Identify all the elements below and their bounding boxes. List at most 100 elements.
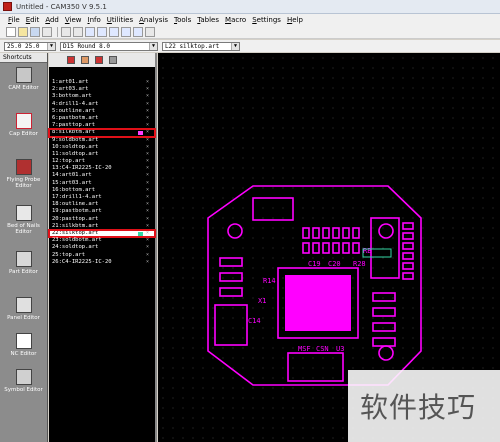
layer-copy-icon[interactable]	[81, 56, 89, 64]
layer-row[interactable]: 23:soldbotm.art ×	[49, 237, 155, 244]
close-icon[interactable]: ×	[146, 115, 149, 122]
close-icon[interactable]: ×	[146, 108, 149, 115]
shortcut-cam-editor[interactable]: CAM Editor	[0, 63, 47, 109]
shortcut-cap-editor[interactable]: Cap Editor	[0, 109, 47, 155]
layer-select[interactable]: L22 silktop.art ▼	[162, 41, 240, 51]
layer-row[interactable]: 18:outline.art ×	[49, 201, 155, 208]
close-icon[interactable]: ×	[146, 151, 149, 158]
grid-select[interactable]: 25.0 25.0 ▼	[4, 41, 56, 51]
panel-editor-icon	[15, 297, 32, 313]
layer-color-swatch[interactable]	[138, 231, 143, 236]
layer-row[interactable]: 24:soldtop.art ×	[49, 244, 155, 251]
layer-name: 16:bottom.art	[52, 186, 96, 193]
layer-name: 12:top.art	[52, 158, 86, 165]
close-icon[interactable]: ×	[146, 144, 149, 151]
layer-row[interactable]: 19:pastbotm.art ×	[49, 208, 155, 215]
menu-edit[interactable]: Edit	[26, 16, 40, 24]
close-icon[interactable]: ×	[146, 244, 149, 251]
undo-icon[interactable]	[61, 27, 71, 37]
pan-icon[interactable]	[145, 27, 155, 37]
layer-row[interactable]: 21:silkbtm.art ×	[49, 223, 155, 230]
layer-color-swatch[interactable]	[138, 131, 143, 136]
layer-name: 22:silktop.art	[52, 229, 99, 236]
layer-name: 10:soldtop.art	[52, 143, 99, 150]
close-icon[interactable]: ×	[146, 93, 149, 100]
layer-row[interactable]: 25:top.art ×	[49, 252, 155, 259]
shortcut-part-editor[interactable]: Part Editor	[0, 247, 47, 293]
chevron-down-icon: ▼	[231, 42, 239, 50]
zoom-all-icon[interactable]	[133, 27, 143, 37]
zoom-out-icon[interactable]	[109, 27, 119, 37]
layer-row[interactable]: 7:pasttop.art ×	[49, 122, 155, 129]
menu-add[interactable]: Add	[45, 16, 59, 24]
layer-row[interactable]: 26:C4-IR2225-IC-20 ×	[49, 259, 155, 266]
menu-file[interactable]: File	[8, 16, 20, 24]
close-icon[interactable]: ×	[146, 122, 149, 129]
menu-analysis[interactable]: Analysis	[139, 16, 168, 24]
close-icon[interactable]: ×	[146, 187, 149, 194]
zoom-in-icon[interactable]	[97, 27, 107, 37]
menu-info[interactable]: Info	[88, 16, 101, 24]
close-icon[interactable]: ×	[146, 101, 149, 108]
layer-row[interactable]: 3:bottom.art ×	[49, 93, 155, 100]
layer-row[interactable]: 17:drill1-4.art ×	[49, 194, 155, 201]
close-icon[interactable]: ×	[146, 259, 149, 266]
close-icon[interactable]: ×	[146, 158, 149, 165]
shortcut-panel-editor[interactable]: Panel Editor	[0, 293, 47, 329]
close-icon[interactable]: ×	[146, 180, 149, 187]
close-icon[interactable]: ×	[146, 165, 149, 172]
save-icon[interactable]	[30, 27, 40, 37]
redraw-icon[interactable]	[85, 27, 95, 37]
layer-delete-icon[interactable]	[95, 56, 103, 64]
close-icon[interactable]: ×	[146, 223, 149, 230]
print-icon[interactable]	[42, 27, 52, 37]
menu-tables[interactable]: Tables	[197, 16, 219, 24]
close-icon[interactable]: ×	[146, 86, 149, 93]
close-icon[interactable]: ×	[146, 194, 149, 201]
layer-row[interactable]: 4:drill1-4.art ×	[49, 101, 155, 108]
layer-row-highlighted[interactable]: 8:silkbtm.art ×	[48, 128, 156, 138]
layer-row[interactable]: 6:pastbotm.art ×	[49, 115, 155, 122]
close-icon[interactable]: ×	[146, 208, 149, 215]
shortcut-bed-of-nails-editor[interactable]: Bed of Nails Editor	[0, 201, 47, 247]
layer-settings-icon[interactable]	[109, 56, 117, 64]
close-icon[interactable]: ×	[146, 201, 149, 208]
menu-settings[interactable]: Settings	[252, 16, 281, 24]
layer-row[interactable]: 10:soldtop.art ×	[49, 144, 155, 151]
close-icon[interactable]: ×	[146, 230, 149, 237]
shortcut-symbol-editor[interactable]: Symbol Editor	[0, 365, 47, 401]
menu-view[interactable]: View	[65, 16, 82, 24]
layer-row[interactable]: 15:art03.art ×	[49, 180, 155, 187]
open-folder-icon[interactable]	[18, 27, 28, 37]
shortcut-flying-probe-editor[interactable]: Flying Probe Editor	[0, 155, 47, 201]
aperture-select[interactable]: D15 Round 8.0 ▼	[60, 41, 158, 51]
menu-tools[interactable]: Tools	[174, 16, 191, 24]
redo-icon[interactable]	[73, 27, 83, 37]
close-icon[interactable]: ×	[146, 216, 149, 223]
layer-row[interactable]: 1:art01.art ×	[49, 79, 155, 86]
layer-row[interactable]: 5:outline.art ×	[49, 108, 155, 115]
layer-add-icon[interactable]	[67, 56, 75, 64]
menu-utilities[interactable]: Utilities	[107, 16, 133, 24]
layer-row[interactable]: 13:C4-IR2225-IC-20 ×	[49, 165, 155, 172]
close-icon[interactable]: ×	[146, 137, 149, 144]
close-icon[interactable]: ×	[146, 252, 149, 259]
close-icon[interactable]: ×	[146, 237, 149, 244]
layer-row[interactable]: 16:bottom.art ×	[49, 187, 155, 194]
shortcut-nc-editor[interactable]: NC Editor	[0, 329, 47, 365]
layer-row[interactable]: 2:art03.art ×	[49, 86, 155, 93]
menu-help[interactable]: Help	[287, 16, 303, 24]
layer-row[interactable]: 14:art01.art ×	[49, 172, 155, 179]
menu-macro[interactable]: Macro	[225, 16, 246, 24]
close-icon[interactable]: ×	[146, 129, 149, 136]
layer-row-active[interactable]: 22:silktop.art ×	[48, 228, 156, 239]
close-icon[interactable]: ×	[146, 79, 149, 86]
zoom-window-icon[interactable]	[121, 27, 131, 37]
new-file-icon[interactable]	[6, 27, 16, 37]
layer-row[interactable]: 12:top.art ×	[49, 158, 155, 165]
close-icon[interactable]: ×	[146, 172, 149, 179]
layer-row[interactable]: 11:soldtop.art ×	[49, 151, 155, 158]
layer-row[interactable]: 20:pasttop.art ×	[49, 216, 155, 223]
layer-row[interactable]: 9:soldbotm.art ×	[49, 137, 155, 144]
layer-name: 25:top.art	[52, 251, 86, 258]
